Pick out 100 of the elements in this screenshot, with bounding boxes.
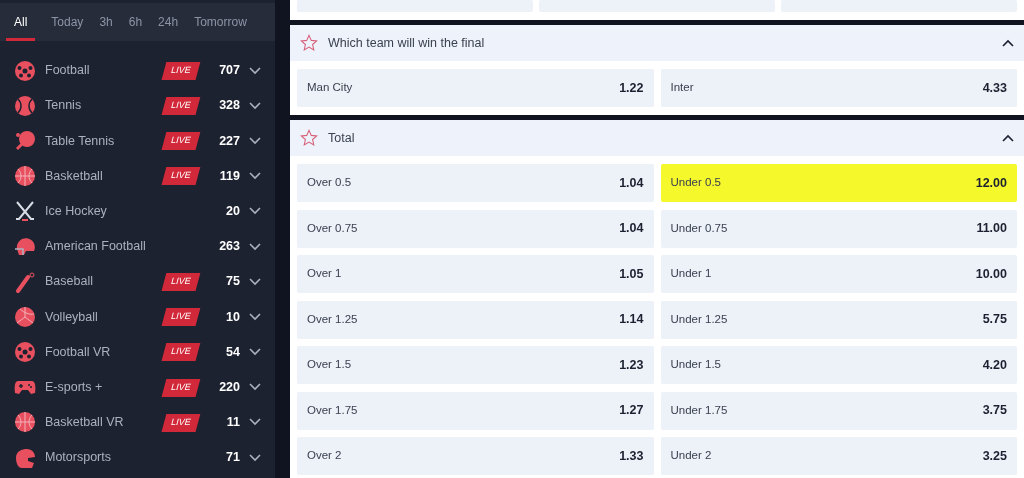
filter-tab[interactable]: Today	[43, 3, 92, 41]
odds-price: 1.23	[619, 356, 644, 374]
tennis-ball-icon	[14, 94, 36, 117]
odds-button[interactable]: Under 1.5 4.20	[660, 346, 1017, 384]
odds-price: 12.00	[975, 174, 1007, 192]
volleyball-icon	[14, 305, 36, 328]
filter-tab[interactable]: Tomorrow	[186, 3, 255, 41]
odds-button[interactable]: Over 1.75 1.27	[297, 391, 654, 430]
odds-label: Under 1.5	[670, 357, 721, 373]
market-header[interactable]: Total	[290, 120, 1024, 156]
live-badge: LIVE	[162, 61, 201, 80]
sport-row[interactable]: American Football 263	[0, 228, 275, 265]
market-header[interactable]: Which team will win the final	[290, 25, 1024, 61]
odds-button[interactable]: Over 2 1.33	[297, 437, 654, 475]
odds-price: 1.33	[619, 447, 644, 465]
sport-row[interactable]: Football LIVE 707	[0, 53, 275, 89]
odds-price: 3.25	[982, 447, 1007, 465]
odds-button[interactable]: Man City 1.22	[297, 69, 654, 107]
event-count: 54	[225, 343, 240, 361]
sport-row[interactable]: Volleyball LIVE 10	[0, 299, 275, 335]
event-count: 119	[218, 167, 240, 185]
chevron-down-icon[interactable]	[249, 348, 261, 357]
filter-tab[interactable]: 3h	[91, 3, 121, 41]
basketball-icon	[14, 411, 36, 434]
odds-price: 1.14	[619, 311, 644, 329]
odds-price: 4.33	[982, 79, 1007, 97]
sport-row[interactable]: Table Tennis LIVE 227	[0, 123, 275, 159]
odds-label: Over 1.25	[307, 311, 358, 327]
odds-button[interactable]: Inter 4.33	[660, 69, 1017, 107]
odds-label: Over 1.5	[307, 357, 352, 373]
sport-row[interactable]: Baseball LIVE 75	[0, 264, 275, 300]
filter-tab[interactable]: All	[6, 3, 36, 41]
sport-name: Tennis	[45, 97, 83, 115]
odds-label: Under 1.75	[670, 402, 728, 418]
chevron-up-icon[interactable]	[1002, 39, 1014, 47]
sport-row[interactable]: Tennis LIVE 328	[0, 88, 275, 124]
odds-price: 1.04	[619, 174, 644, 192]
chevron-down-icon[interactable]	[249, 66, 261, 75]
sport-name: Ice Hockey	[45, 202, 108, 220]
chevron-up-icon[interactable]	[1002, 134, 1014, 142]
live-badge: LIVE	[162, 378, 201, 397]
odds-label: Over 1.75	[307, 402, 358, 418]
star-icon[interactable]	[300, 129, 318, 147]
market-title: Total	[328, 129, 356, 147]
chevron-down-icon[interactable]	[249, 101, 261, 110]
sport-row[interactable]: E-sports + LIVE 220	[0, 369, 275, 405]
chevron-down-icon[interactable]	[249, 453, 261, 462]
chevron-down-icon[interactable]	[249, 277, 261, 286]
basketball-icon	[14, 165, 36, 188]
sport-row[interactable]: Basketball VR LIVE 11	[0, 404, 275, 441]
odds-button[interactable]: Over 1.5 1.23	[297, 346, 654, 384]
live-badge: LIVE	[162, 167, 201, 185]
chevron-down-icon[interactable]	[249, 312, 261, 321]
odds-label: Under 1	[670, 266, 712, 282]
odds-price: 5.75	[982, 311, 1007, 329]
event-count: 75	[225, 273, 240, 291]
chevron-down-icon[interactable]	[249, 418, 261, 427]
odds-button[interactable]: Over 1.25 1.14	[297, 300, 654, 339]
sport-row[interactable]: Motorsports 71	[0, 440, 275, 476]
chevron-down-icon[interactable]	[249, 242, 261, 251]
sport-name: Basketball VR	[45, 414, 125, 432]
live-badge: LIVE	[162, 413, 201, 432]
sport-row[interactable]: Football VR LIVE 54	[0, 334, 275, 370]
sport-row[interactable]: Ice Hockey 20	[0, 193, 275, 229]
sport-row[interactable]: Basketball LIVE 119	[0, 158, 275, 194]
sport-name: E-sports +	[45, 378, 104, 396]
odds-label: Under 0.5	[670, 175, 721, 191]
filter-tab[interactable]: 24h	[150, 3, 187, 41]
odds-button[interactable]: Over 1 1.05	[297, 255, 654, 293]
event-count: 707	[218, 62, 240, 80]
helmet-icon	[14, 235, 36, 258]
hockey-sticks-icon	[14, 200, 36, 223]
odds-button[interactable]: Over 0.5 1.04	[297, 164, 654, 202]
odds-button[interactable]: Under 1.25 5.75	[660, 300, 1017, 339]
odds-label: Over 2	[307, 448, 342, 464]
sport-name: Volleyball	[45, 308, 99, 326]
odds-button[interactable]: Over 0.75 1.04	[297, 209, 654, 248]
live-badge: LIVE	[162, 97, 201, 115]
chevron-down-icon[interactable]	[249, 383, 261, 392]
odds-label: Inter	[670, 80, 694, 96]
odds-label: Man City	[307, 80, 353, 96]
odds-button[interactable]: Under 0.5 12.00	[660, 164, 1017, 202]
odds-button[interactable]: Under 1 10.00	[660, 255, 1017, 293]
odds-label: Under 0.75	[670, 220, 728, 236]
chevron-down-icon[interactable]	[249, 207, 261, 216]
chevron-down-icon[interactable]	[249, 136, 261, 145]
filter-tab[interactable]: 6h	[120, 3, 151, 41]
market-title: Which team will win the final	[328, 34, 486, 52]
odds-button[interactable]: Under 1.75 3.75	[660, 391, 1017, 430]
odds-label: Over 0.75	[307, 220, 358, 236]
live-badge: LIVE	[162, 132, 201, 150]
sport-name: Baseball	[45, 273, 94, 291]
chevron-down-icon[interactable]	[249, 172, 261, 181]
odds-button[interactable]: Under 0.75 11.00	[660, 209, 1017, 248]
sport-name: American Football	[45, 238, 147, 256]
live-badge: LIVE	[162, 272, 201, 291]
star-icon[interactable]	[300, 34, 318, 52]
odds-button[interactable]: Under 2 3.25	[660, 437, 1017, 475]
sport-name: Table Tennis	[45, 132, 116, 150]
live-badge: LIVE	[162, 343, 201, 361]
